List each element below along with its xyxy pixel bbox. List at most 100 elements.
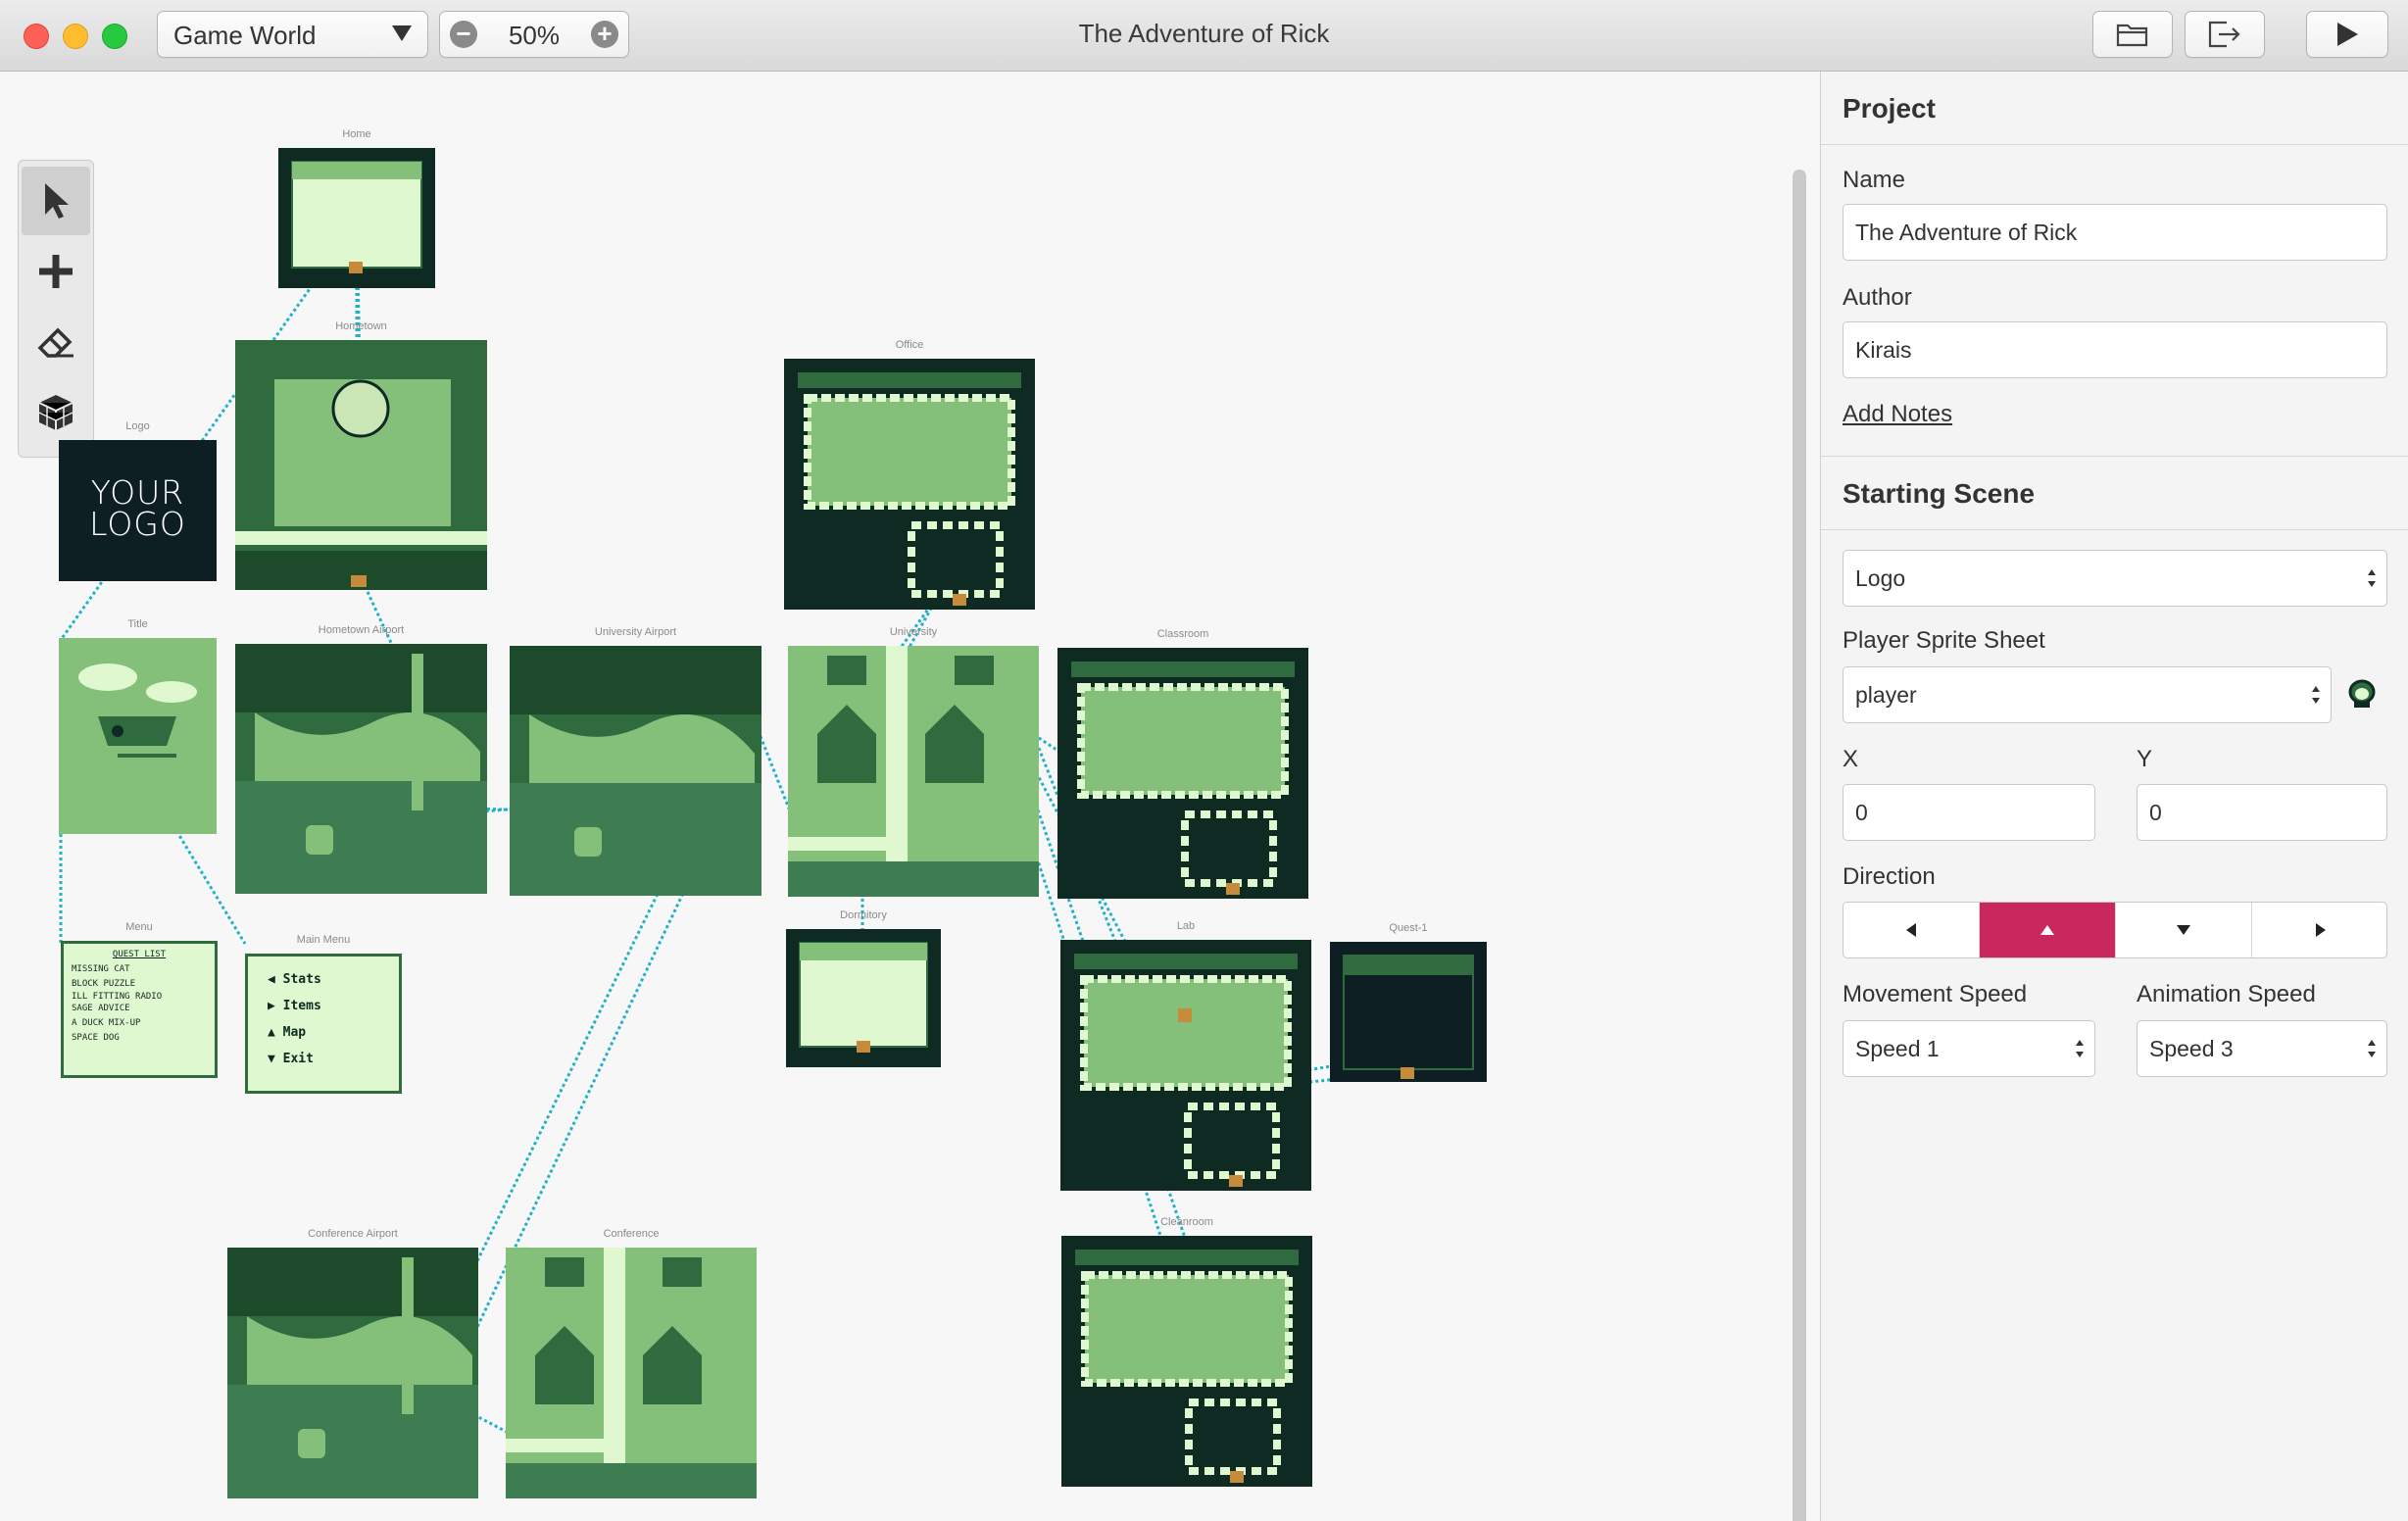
menu-line: A DUCK MIX-UP <box>72 1018 141 1028</box>
scene-home[interactable]: Home <box>278 128 435 288</box>
animation-speed-value: Speed 3 <box>2149 1036 2234 1061</box>
scene-university-airport-preview <box>510 646 762 896</box>
menu-line: ILL FITTING RADIO <box>72 992 163 1002</box>
play-icon <box>2337 23 2358 46</box>
scene-dormitory[interactable]: Dormitory <box>786 909 941 1067</box>
arrow-right-icon <box>2315 923 2326 937</box>
scene-label: Office <box>895 339 924 351</box>
export-icon <box>2208 21 2240 48</box>
author-field[interactable]: Kirais <box>1843 321 2387 378</box>
zoom-in-button[interactable]: + <box>591 21 618 48</box>
scene-label: Hometown <box>335 320 387 332</box>
starting-scene-heading: Starting Scene <box>1843 478 2036 509</box>
select-arrows-icon <box>2076 1040 2084 1057</box>
scene-label: Dormitory <box>840 909 887 921</box>
menu-line: SAGE ADVICE <box>72 1004 130 1013</box>
direction-left-button[interactable] <box>1843 903 1980 957</box>
select-tool-button[interactable] <box>22 167 90 235</box>
x-field[interactable]: 0 <box>1843 784 2095 841</box>
divider <box>1821 144 2408 145</box>
zoom-window-button[interactable] <box>102 24 127 49</box>
scene-office[interactable]: Office <box>784 339 1035 610</box>
divider <box>1821 456 2408 457</box>
project-name-field[interactable]: The Adventure of Rick <box>1843 204 2387 261</box>
close-window-button[interactable] <box>24 24 49 49</box>
scene-dormitory-preview <box>786 929 941 1067</box>
author-label: Author <box>1843 284 1912 311</box>
minimize-window-button[interactable] <box>63 24 88 49</box>
scene-quest-1-preview <box>1330 942 1487 1082</box>
scene-cleanroom-preview <box>1061 1236 1312 1487</box>
collision-tool-button[interactable] <box>22 378 90 447</box>
main-menu-item: ◀ Stats <box>268 972 321 987</box>
scene-main-menu[interactable]: Main Menu ◀ Stats ▶ Items ▲ Map ▼ Exit <box>245 934 402 1094</box>
starting-scene-select[interactable]: Logo <box>1843 550 2387 607</box>
direction-up-button[interactable] <box>1980 903 2116 957</box>
scene-hometown-airport[interactable]: Hometown Airport <box>235 624 487 894</box>
scene-classroom-preview <box>1057 648 1308 899</box>
scene-main-menu-preview: ◀ Stats ▶ Items ▲ Map ▼ Exit <box>245 954 402 1094</box>
scene-university-airport[interactable]: University Airport <box>510 626 762 896</box>
add-notes-link[interactable]: Add Notes <box>1843 401 1952 428</box>
direction-buttons <box>1843 902 2387 958</box>
scene-conference-airport[interactable]: Conference Airport <box>227 1228 478 1498</box>
scene-menu-preview: QUEST LIST MISSING CAT BLOCK PUZZLE ILL … <box>61 941 218 1078</box>
scene-conference-preview <box>506 1248 757 1498</box>
select-arrows-icon <box>2368 569 2376 587</box>
eraser-icon <box>37 327 74 358</box>
inspector-sidebar: Project Name The Adventure of Rick Autho… <box>1820 72 2408 1521</box>
scene-lab[interactable]: Lab <box>1060 920 1311 1191</box>
player-sprite-value: player <box>1855 682 1917 708</box>
main-menu-item: ▲ Map <box>268 1025 307 1040</box>
scene-hometown[interactable]: Hometown <box>235 320 487 590</box>
run-game-button[interactable] <box>2306 11 2388 58</box>
arrow-left-icon <box>1906 923 1916 937</box>
export-button[interactable] <box>2185 11 2265 58</box>
scene-label: Main Menu <box>296 934 351 946</box>
scene-hometown-preview <box>235 340 487 590</box>
plus-icon <box>39 255 73 288</box>
scene-conference[interactable]: Conference <box>506 1228 757 1498</box>
scene-label: Cleanroom <box>1160 1216 1213 1228</box>
scene-label: Menu <box>125 921 153 933</box>
main-menu-item: ▼ Exit <box>268 1052 314 1066</box>
scene-title[interactable]: Title <box>59 618 217 834</box>
scene-cleanroom[interactable]: Cleanroom <box>1061 1216 1312 1487</box>
main-menu-item: ▶ Items <box>268 999 321 1013</box>
direction-right-button[interactable] <box>2252 903 2386 957</box>
project-heading: Project <box>1843 93 1936 123</box>
folder-open-icon <box>2116 24 2148 47</box>
select-arrows-icon <box>2368 1040 2376 1057</box>
world-canvas[interactable]: Home Hometown Logo YOUR LOGO Title Menu … <box>0 72 1820 1521</box>
eraser-tool-button[interactable] <box>22 308 90 376</box>
menu-line: BLOCK PUZZLE <box>72 979 136 989</box>
canvas-scrollbar[interactable] <box>1793 170 1806 1521</box>
title-bar: Game World − 50% + The Adventure of Rick <box>0 0 2408 72</box>
player-sprite-select[interactable]: player <box>1843 666 2332 723</box>
logo-text: YOUR LOGO <box>89 473 186 543</box>
scene-lab-preview <box>1060 940 1311 1191</box>
movement-speed-label: Movement Speed <box>1843 981 2028 1007</box>
animation-speed-label: Animation Speed <box>2137 981 2316 1007</box>
select-arrows-icon <box>2312 686 2320 704</box>
arrow-up-icon <box>2040 925 2054 935</box>
y-field[interactable]: 0 <box>2137 784 2387 841</box>
scene-classroom[interactable]: Classroom <box>1057 628 1308 899</box>
scene-quest-1[interactable]: Quest-1 <box>1330 922 1487 1082</box>
scene-menu[interactable]: Menu QUEST LIST MISSING CAT BLOCK PUZZLE… <box>61 921 218 1078</box>
scene-logo[interactable]: Logo YOUR LOGO <box>59 420 217 581</box>
scene-label: Logo <box>125 420 150 432</box>
scene-hometown-airport-preview <box>235 644 487 894</box>
scene-university-preview <box>788 646 1039 897</box>
menu-line: MISSING CAT <box>72 964 130 974</box>
scene-university[interactable]: University <box>788 626 1039 897</box>
add-actor-tool-button[interactable] <box>22 237 90 306</box>
world-select[interactable]: Game World <box>157 11 428 58</box>
menu-heading: QUEST LIST <box>112 950 167 959</box>
scene-conference-airport-preview <box>227 1248 478 1498</box>
direction-down-button[interactable] <box>2116 903 2252 957</box>
open-folder-button[interactable] <box>2092 11 2173 58</box>
name-label: Name <box>1843 167 1906 193</box>
movement-speed-select[interactable]: Speed 1 <box>1843 1020 2095 1077</box>
animation-speed-select[interactable]: Speed 3 <box>2137 1020 2387 1077</box>
